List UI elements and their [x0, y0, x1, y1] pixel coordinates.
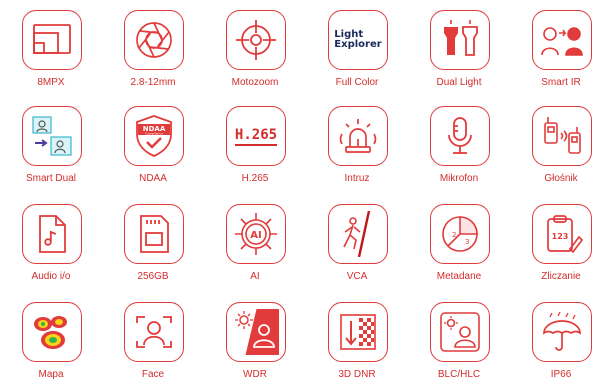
feature-label: 256GB	[137, 271, 169, 282]
feature-label: AI	[250, 271, 260, 282]
feature-metadane: 2 3 Metadane	[408, 198, 510, 294]
blc-hlc-icon	[440, 312, 480, 352]
ai-chip-icon: AI	[235, 213, 277, 255]
counting-clipboard-icon: 123	[547, 215, 584, 254]
feature-h265: H.265 H.265	[204, 100, 306, 196]
feature-ndaa: NDAA Compliance NDAA	[102, 100, 204, 196]
dual-flashlight-icon	[444, 20, 478, 56]
feature-label: Mikrofon	[439, 173, 479, 184]
alarm-siren-icon	[339, 119, 377, 153]
feature-label: Metadane	[436, 271, 482, 282]
resolution-frames-icon	[33, 24, 71, 54]
feature-label: 8MPX	[37, 77, 65, 88]
feature-label: NDAA	[139, 173, 167, 184]
feature-vca: VCA	[306, 198, 408, 294]
feature-label: Zliczanie	[541, 271, 581, 282]
feature-blc-hlc: BLC/HLC	[408, 296, 510, 392]
feature-motozoom: Motozoom	[204, 4, 306, 100]
feature-label: Audio i/o	[31, 271, 71, 282]
heatmap-icon	[34, 316, 67, 349]
feature-label: 3D DNR	[338, 369, 376, 380]
feature-ip66: IP66	[510, 296, 611, 392]
feature-wdr: WDR	[204, 296, 306, 392]
svg-text:3: 3	[465, 238, 469, 246]
face-scan-icon	[136, 316, 172, 348]
feature-glosnik: Głośnik	[510, 100, 611, 196]
dnr-icon	[340, 314, 376, 350]
vca-intruder-icon	[343, 211, 371, 257]
smart-dual-icon	[32, 116, 72, 156]
feature-audio-io: Audio i/o	[0, 198, 102, 294]
feature-lens: 2.8-12mm	[102, 4, 204, 100]
feature-mapa: Mapa	[0, 296, 102, 392]
audio-file-icon	[39, 215, 66, 253]
sd-card-icon	[140, 215, 169, 253]
speaker-walkie-icon	[544, 117, 581, 154]
svg-text:2: 2	[452, 231, 456, 239]
feature-label: IP66	[550, 369, 572, 380]
feature-label: 2.8-12mm	[130, 77, 176, 88]
feature-label: BLC/HLC	[437, 369, 481, 380]
feature-label: Intruz	[344, 173, 370, 184]
light-explorer-logo: Light Explorer	[334, 30, 381, 50]
feature-label: Motozoom	[231, 77, 279, 88]
aperture-icon	[136, 22, 172, 58]
counter-badge-text: 123	[552, 232, 569, 241]
ndaa-shield-icon: NDAA Compliance	[136, 115, 172, 157]
feature-3d-dnr: 3D DNR	[306, 296, 408, 392]
feature-smart-dual: Smart Dual	[0, 100, 102, 196]
feature-8mpx: 8MPX	[0, 4, 102, 100]
smart-ir-faces-icon	[541, 27, 583, 56]
feature-label: VCA	[346, 271, 368, 282]
metadata-icon: 2 3	[442, 216, 478, 252]
feature-label: Face	[141, 369, 165, 380]
feature-256gb: 256GB	[102, 198, 204, 294]
h265-icon: H.265	[234, 127, 278, 146]
feature-label: WDR	[243, 369, 267, 380]
ndaa-badge-subtext: Compliance	[145, 132, 163, 136]
feature-mikrofon: Mikrofon	[408, 100, 510, 196]
feature-intruz: Intruz	[306, 100, 408, 196]
feature-label: Głośnik	[544, 173, 578, 184]
feature-label: Full Color	[335, 77, 379, 88]
feature-label: Smart IR	[541, 77, 581, 88]
microphone-icon	[448, 117, 472, 154]
feature-label: Dual Light	[436, 77, 482, 88]
wdr-icon	[235, 309, 279, 355]
feature-label: Smart Dual	[25, 173, 76, 184]
feature-grid: 8MPX 2.8-12mm Motozoom Light Explorer Fu…	[0, 0, 611, 383]
feature-face: Face	[102, 296, 204, 392]
feature-label: H.265	[241, 173, 269, 184]
feature-label: Mapa	[38, 369, 64, 380]
ai-badge-text: AI	[250, 230, 261, 241]
feature-dual-light: Dual Light	[408, 4, 510, 100]
crosshair-icon	[236, 20, 276, 60]
logo-line-2: Explorer	[334, 39, 382, 50]
feature-smart-ir: Smart IR	[510, 4, 611, 100]
feature-full-color: Light Explorer Full Color	[306, 4, 408, 100]
ip66-umbrella-icon	[543, 311, 581, 351]
feature-ai: AI AI	[204, 198, 306, 294]
feature-zliczanie: 123 Zliczanie	[510, 198, 611, 294]
